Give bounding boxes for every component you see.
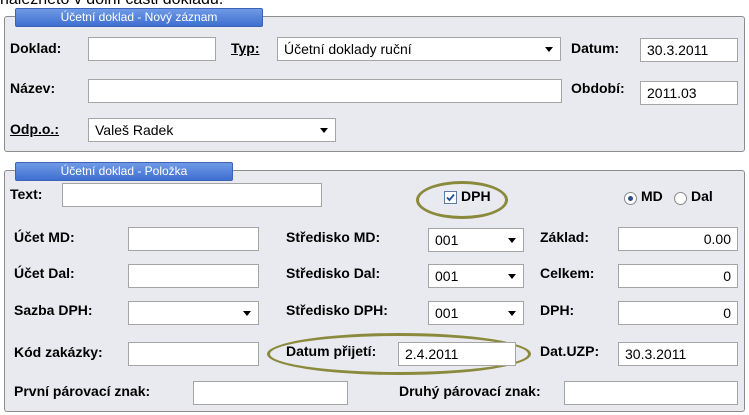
dph-amount-label: DPH: — [540, 302, 575, 318]
datum-prijeti-label: Datum přijetí: — [286, 343, 377, 359]
dat-uzp-input[interactable]: 30.3.2011 — [618, 342, 738, 366]
datum-label: Datum: — [571, 40, 620, 56]
stredisko-md-label: Středisko MD: — [286, 229, 381, 245]
dat-uzp-label: Dat.UZP: — [540, 343, 600, 359]
nazev-input[interactable] — [88, 79, 562, 103]
odpo-select-value: Valeš Radek — [95, 122, 174, 138]
datum-prijeti-input[interactable]: 2.4.2011 — [398, 342, 516, 366]
druhy-parovaci-label: Druhý párovací znak: — [399, 383, 541, 399]
ucet-dal-label: Účet Dal: — [14, 265, 75, 281]
dph-checkbox[interactable] — [444, 191, 457, 204]
kod-zakazky-label: Kód zakázky: — [14, 344, 103, 360]
druhy-parovaci-input[interactable] — [564, 381, 738, 405]
obdobi-input[interactable]: 2011.03 — [640, 81, 738, 105]
text-input[interactable] — [62, 183, 322, 207]
stredisko-md-select[interactable]: 001 — [428, 228, 524, 252]
celkem-label: Celkem: — [540, 265, 595, 281]
chevron-down-icon — [320, 128, 328, 133]
sazba-dph-label: Sazba DPH: — [14, 302, 93, 318]
chevron-down-icon — [508, 311, 516, 316]
obdobi-label: Období: — [571, 80, 625, 96]
typ-select[interactable]: Účetní doklady ruční — [277, 37, 561, 61]
dph-amount-input[interactable]: 0 — [618, 301, 738, 325]
stredisko-dph-select-value: 001 — [435, 305, 459, 321]
chevron-down-icon — [545, 47, 553, 52]
datum-input[interactable]: 30.3.2011 — [640, 38, 738, 62]
ucet-md-input[interactable] — [128, 227, 259, 251]
document-item-legend: Účetní doklad - Položka — [15, 162, 233, 181]
stredisko-dal-label: Středisko Dal: — [286, 265, 381, 281]
prvni-parovaci-input[interactable] — [193, 381, 348, 405]
md-radio-label: MD — [641, 188, 663, 204]
odpo-label[interactable]: Odp.o.: — [10, 121, 59, 137]
chevron-down-icon — [243, 311, 251, 316]
stredisko-dph-select[interactable]: 001 — [428, 301, 524, 325]
dph-checkbox-label: DPH — [461, 188, 491, 204]
nazev-label: Název: — [10, 80, 56, 96]
dal-radio[interactable] — [674, 192, 687, 205]
ucet-md-label: Účet MD: — [14, 229, 75, 245]
checkmark-icon — [446, 193, 455, 202]
stredisko-dph-label: Středisko DPH: — [286, 302, 388, 318]
stredisko-dal-select[interactable]: 001 — [428, 264, 524, 288]
typ-select-value: Účetní doklady ruční — [284, 41, 412, 57]
doklad-label: Doklad: — [10, 40, 62, 56]
typ-label[interactable]: Typ: — [231, 40, 260, 56]
prvni-parovaci-label: První párovací znak: — [14, 383, 151, 399]
stredisko-dal-select-value: 001 — [435, 268, 459, 284]
stredisko-md-select-value: 001 — [435, 232, 459, 248]
celkem-input[interactable]: 0 — [618, 264, 738, 288]
chevron-down-icon — [508, 274, 516, 279]
dal-radio-label: Dal — [691, 188, 713, 204]
sazba-dph-select[interactable] — [128, 301, 259, 325]
chevron-down-icon — [508, 238, 516, 243]
md-radio[interactable] — [624, 192, 637, 205]
zaklad-input[interactable]: 0.00 — [618, 227, 738, 251]
doklad-input[interactable] — [88, 37, 216, 61]
document-header-legend: Účetní doklad - Nový záznam — [15, 8, 263, 27]
zaklad-label: Základ: — [540, 229, 590, 245]
kod-zakazky-input[interactable] — [128, 342, 259, 366]
text-label: Text: — [10, 186, 43, 202]
odpo-select[interactable]: Valeš Radek — [88, 118, 336, 142]
ucet-dal-input[interactable] — [128, 264, 259, 288]
